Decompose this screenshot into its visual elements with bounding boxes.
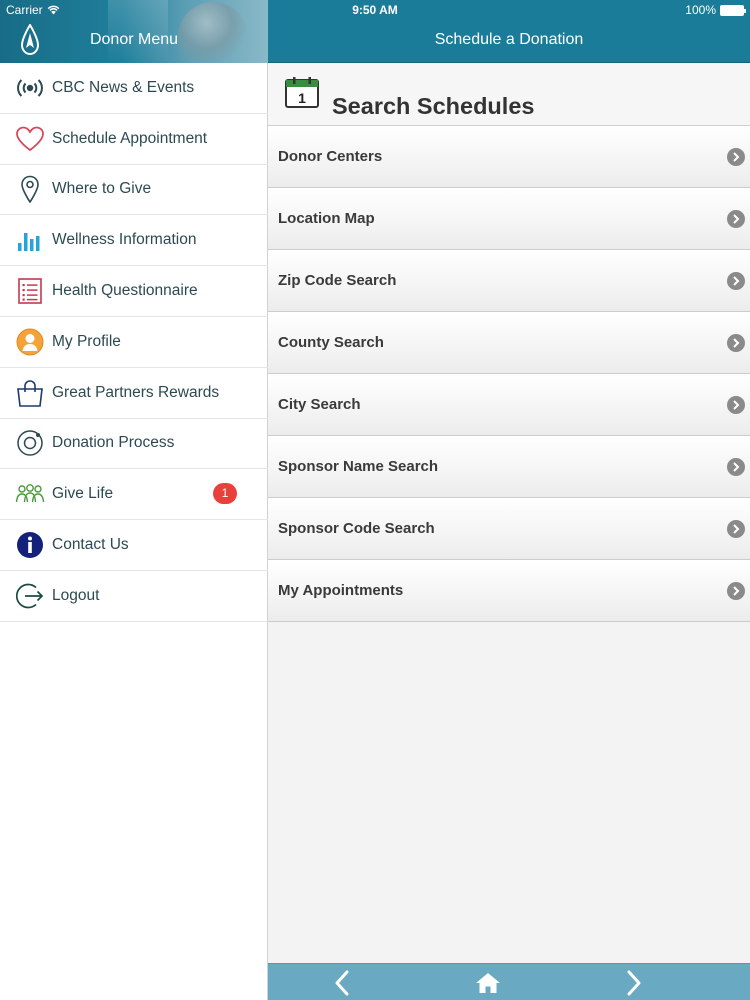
home-icon[interactable] [473,968,503,998]
chevron-right-icon [727,272,745,290]
menu-item-wellness-information[interactable]: Wellness Information [0,215,268,267]
list-item-my-appointments[interactable]: My Appointments [268,560,750,622]
chevron-right-icon [727,582,745,600]
menu-item-donation-process[interactable]: Donation Process [0,419,268,470]
menu-item-great-partners-rewards[interactable]: Great Partners Rewards [0,368,268,419]
list-item-zip-code-search[interactable]: Zip Code Search [268,250,750,312]
list-item-donor-centers[interactable]: Donor Centers [268,126,750,188]
list-item-county-search[interactable]: County Search [268,312,750,374]
menu-item-label: Schedule Appointment [52,129,208,147]
donor-menu-header: Donor Menu [0,0,268,63]
menu-item-label: Health Questionnaire [52,282,198,300]
list-item-sponsor-code-search[interactable]: Sponsor Code Search [268,498,750,560]
chevron-right-icon [727,396,745,414]
list-item-location-map[interactable]: Location Map [268,188,750,250]
menu-item-label: Wellness Information [52,231,197,249]
list-item-sponsor-name-search[interactable]: Sponsor Name Search [268,436,750,498]
broadcast-icon [15,73,45,103]
list-item-label: Zip Code Search [278,272,397,289]
list-item-label: My Appointments [278,582,404,599]
forward-arrow-icon[interactable] [619,968,649,998]
list-item-label: County Search [278,334,384,351]
chevron-right-icon [727,520,745,538]
schedule-donation-header: Schedule a Donation [268,0,750,63]
notification-badge: 1 [213,483,237,505]
menu-item-label: Logout [52,586,100,604]
menu-item-label: Donation Process [52,434,175,452]
menu-item-cbc-news-events[interactable]: CBC News & Events [0,63,268,114]
chevron-right-icon [727,458,745,476]
menu-item-health-questionnaire[interactable]: Health Questionnaire [0,266,268,317]
donor-menu-list: CBC News & Events Schedule Appointment W… [0,63,268,622]
menu-item-schedule-appointment[interactable]: Schedule Appointment [0,114,268,165]
menu-item-give-life[interactable]: Give Life 1 [0,469,268,521]
map-pin-icon [15,174,45,204]
search-schedules-heading: 1 Search Schedules [268,63,750,126]
chevron-right-icon [727,210,745,228]
bottom-nav-bar [268,963,750,1000]
process-icon [15,428,45,458]
menu-item-label: Give Life [52,485,114,503]
list-item-label: Location Map [278,210,375,227]
user-icon [15,327,45,357]
calendar-day: 1 [298,90,306,106]
checklist-icon [15,276,45,306]
menu-item-label: My Profile [52,332,121,350]
logout-icon [15,581,45,611]
info-icon [15,530,45,560]
menu-item-label: CBC News & Events [52,78,195,96]
people-icon [15,479,45,509]
back-arrow-icon[interactable] [327,968,357,998]
heart-icon [15,124,45,154]
menu-item-label: Great Partners Rewards [52,383,220,401]
list-item-label: City Search [278,396,361,413]
search-options-list: Donor Centers Location Map Zip Code Sear… [268,126,750,622]
donor-menu-panel: Donor Menu CBC News & Events Schedule Ap… [0,0,268,1000]
menu-item-label: Contact Us [52,536,129,554]
list-item-label: Donor Centers [278,148,383,165]
schedule-donation-panel: Schedule a Donation 1 Search Schedules D… [268,0,750,1000]
menu-item-my-profile[interactable]: My Profile [0,317,268,368]
bar-chart-icon [15,225,45,255]
menu-item-where-to-give[interactable]: Where to Give [0,165,268,216]
donor-menu-title: Donor Menu [89,31,179,48]
shopping-bag-icon [15,378,45,408]
list-item-label: Sponsor Code Search [278,520,435,537]
calendar-icon: 1 [285,77,319,108]
chevron-right-icon [727,148,745,166]
menu-item-contact-us[interactable]: Contact Us [0,520,268,571]
search-schedules-title: Search Schedules [332,93,535,119]
list-item-city-search[interactable]: City Search [268,374,750,436]
chevron-right-icon [727,334,745,352]
schedule-donation-title: Schedule a Donation [434,31,584,48]
menu-item-label: Where to Give [52,180,152,198]
list-item-label: Sponsor Name Search [278,458,439,475]
menu-item-logout[interactable]: Logout [0,571,268,622]
